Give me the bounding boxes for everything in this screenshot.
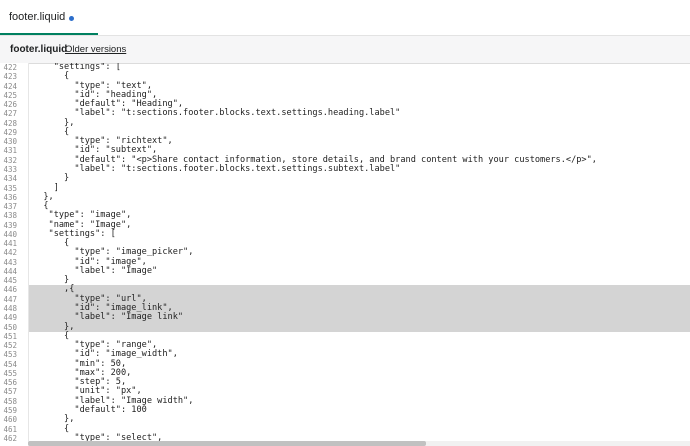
line-number: 453 — [3, 350, 17, 360]
horizontal-scrollbar[interactable] — [28, 441, 690, 446]
line-number: 431 — [3, 146, 17, 156]
line-number: 443 — [3, 257, 17, 267]
line-number: 451 — [3, 331, 17, 341]
line-number: 445 — [3, 276, 17, 286]
code-text: "label": "t:sections.footer.blocks.text.… — [33, 163, 401, 174]
code-text: "label": "t:sections.footer.blocks.text.… — [33, 108, 401, 119]
line-number: 423 — [3, 72, 17, 82]
line-number: 450 — [3, 322, 17, 332]
code-line[interactable]: 435 ] — [0, 183, 690, 193]
line-number: 449 — [3, 313, 17, 323]
line-number: 452 — [3, 341, 17, 351]
scrollbar-thumb[interactable] — [28, 441, 426, 446]
line-number: 456 — [3, 378, 17, 388]
line-number: 447 — [3, 294, 17, 304]
code-line[interactable]: 422 "settings": [ — [0, 63, 690, 72]
line-number: 438 — [3, 211, 17, 221]
line-number: 440 — [3, 229, 17, 239]
code-line[interactable]: 460 }, — [0, 414, 690, 425]
file-header: footer.liquid Older versions — [0, 36, 690, 64]
older-versions-link[interactable]: Older versions — [65, 44, 126, 55]
code-line[interactable]: 445 } — [0, 275, 690, 286]
tab-footer-liquid[interactable]: footer.liquid — [0, 0, 98, 35]
line-number: 448 — [3, 304, 17, 314]
file-name: footer.liquid — [10, 44, 68, 55]
line-number: 426 — [3, 100, 17, 110]
line-number: 455 — [3, 368, 17, 378]
line-number: 424 — [3, 81, 17, 91]
tab-label: footer.liquid — [9, 11, 66, 23]
code-line[interactable]: 427 "label": "t:sections.footer.blocks.t… — [0, 108, 690, 119]
code-line[interactable]: 434 } — [0, 173, 690, 184]
selection-highlight — [29, 322, 690, 332]
code-editor[interactable]: 422 "settings": [423 {424 "type": "text"… — [0, 63, 690, 446]
line-number: 433 — [3, 164, 17, 174]
line-number: 430 — [3, 137, 17, 147]
line-number: 422 — [3, 63, 17, 72]
line-number: 425 — [3, 90, 17, 100]
line-number: 427 — [3, 109, 17, 119]
line-number: 436 — [3, 192, 17, 202]
line-number: 428 — [3, 118, 17, 128]
line-number: 461 — [3, 424, 17, 434]
line-number: 441 — [3, 239, 17, 249]
line-number: 446 — [3, 285, 17, 295]
line-number: 435 — [3, 183, 17, 193]
line-number: 432 — [3, 155, 17, 165]
line-number: 454 — [3, 359, 17, 369]
code-line[interactable]: 433 "label": "t:sections.footer.blocks.t… — [0, 163, 690, 174]
code-line[interactable]: 428 }, — [0, 118, 690, 128]
line-number: 458 — [3, 396, 17, 406]
code-line[interactable]: 450 }, — [0, 322, 690, 332]
line-number: 442 — [3, 248, 17, 258]
line-number: 434 — [3, 174, 17, 184]
code-line[interactable]: 440 "settings": [ — [0, 229, 690, 239]
line-number: 460 — [3, 415, 17, 425]
line-number: 462 — [3, 433, 17, 443]
code-line[interactable]: 436 }, — [0, 192, 690, 202]
line-number: 437 — [3, 202, 17, 212]
line-number: 444 — [3, 266, 17, 276]
line-number: 457 — [3, 387, 17, 397]
code-line[interactable]: 459 "default": 100 — [0, 405, 690, 415]
code-line[interactable]: 449 "label": "Image link" — [0, 313, 690, 323]
line-number: 439 — [3, 220, 17, 230]
line-number: 429 — [3, 127, 17, 137]
line-number: 459 — [3, 405, 17, 415]
editor-tab-bar: footer.liquid — [0, 0, 690, 36]
code-line[interactable]: 444 "label": "Image" — [0, 266, 690, 276]
unsaved-dot-icon — [69, 16, 74, 21]
